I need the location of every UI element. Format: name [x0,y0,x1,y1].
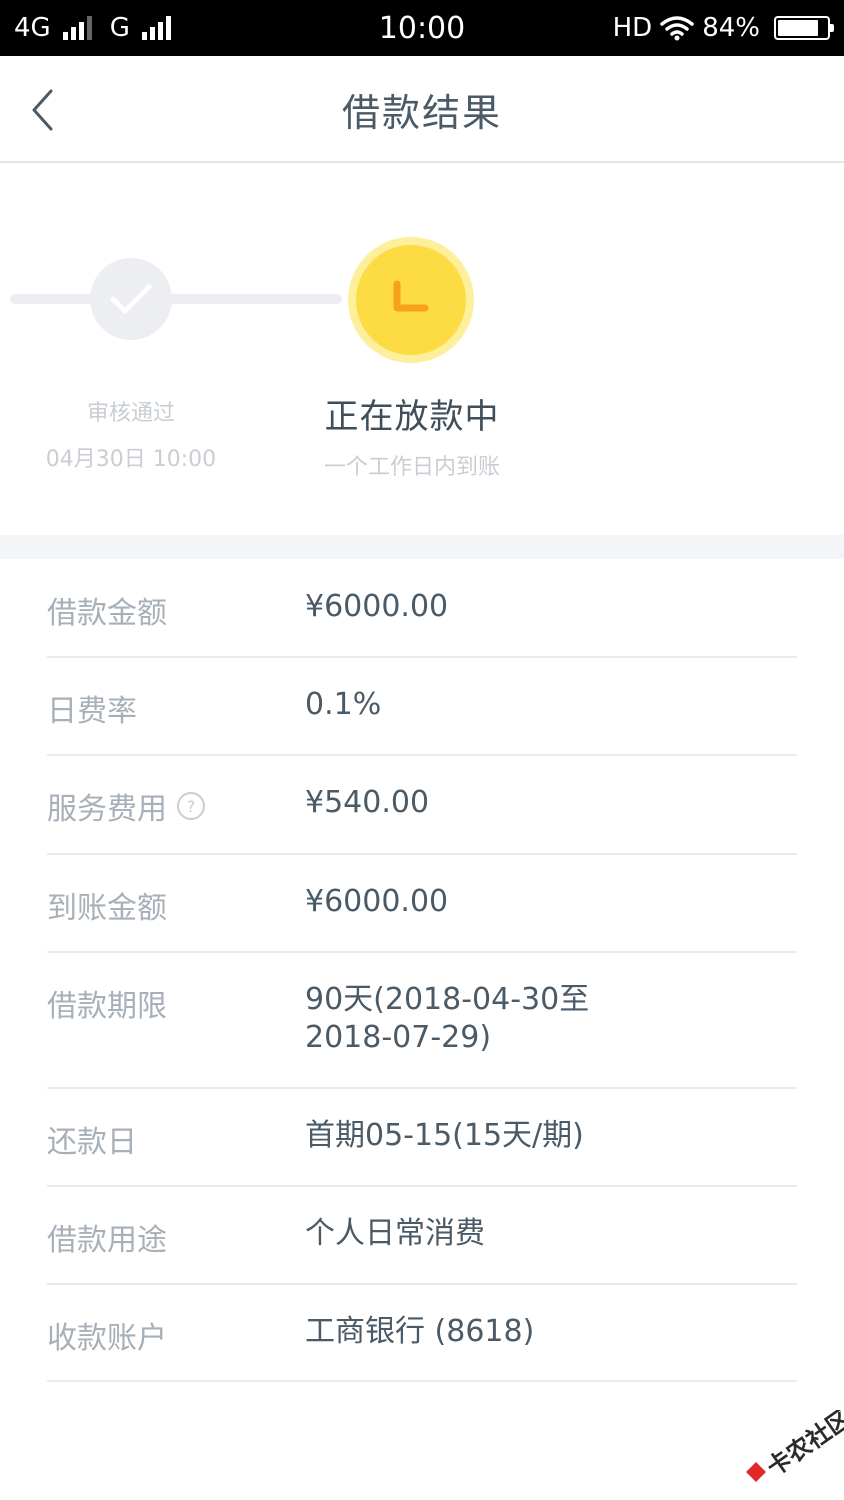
back-button[interactable] [20,84,64,136]
clock-icon [393,280,429,312]
status-left: 4G G [14,13,181,43]
loan-details: 借款金额 ¥6000.00 日费率 0.1% 服务费用 ? ¥540.00 到账… [47,559,797,1382]
detail-label: 借款用途 [47,1223,167,1258]
detail-label: 借款金额 [47,596,167,631]
detail-label: 到账金额 [47,891,167,926]
checkmark-icon [110,284,152,314]
detail-label: 借款期限 [47,989,167,1024]
detail-label: 还款日 [47,1125,137,1160]
hd-label: HD [612,13,653,43]
step-done-time: 04月30日 10:00 [45,447,217,472]
svg-text:卡农社区: 卡农社区 [762,1410,844,1482]
step-done-label: 审核通过 [86,401,175,426]
step-current-subtitle: 一个工作日内到账 [323,455,500,480]
detail-value-line-1: 90天(2018-04-30至 [305,982,590,1017]
detail-row-purpose: 借款用途 个人日常消费 [47,1187,797,1285]
detail-row-daily-rate: 日费率 0.1% [47,658,797,756]
network-type-1: 4G [14,13,51,43]
detail-row-received-amount: 到账金额 ¥6000.00 [47,855,797,953]
progress-track [10,294,342,304]
battery-fill [778,20,819,36]
detail-row-repayment-day: 还款日 首期05-15(15天/期) [47,1089,797,1187]
detail-value: ¥6000.00 [305,589,449,624]
watermark-seal-icon: 卡农社区 [746,1404,844,1482]
chevron-left-icon [32,89,53,131]
section-divider [0,535,844,559]
step-current-inner [356,245,466,355]
step-current-indicator [348,237,474,363]
detail-value-line-2: 2018-07-29) [305,1020,492,1055]
network-type-2: G [109,13,130,43]
detail-value: 个人日常消费 [305,1216,485,1251]
question-help-icon[interactable]: ? [177,792,205,820]
watermark-logo: 卡农社区 [740,1404,844,1490]
detail-value: ¥540.00 [305,785,430,820]
status-bar: 4G G 10:00 HD 84% [0,0,844,56]
wifi-icon [660,16,694,41]
signal-icon [62,16,92,40]
detail-row-account: 收款账户 工商银行 (8618) [47,1285,797,1382]
detail-label: 日费率 [47,694,137,729]
step-done-indicator [90,258,172,340]
detail-row-service-fee: 服务费用 ? ¥540.00 [47,756,797,855]
detail-value: 工商银行 (8618) [305,1314,535,1349]
page-title: 借款结果 [341,91,502,135]
status-right: HD 84% [612,13,834,43]
signal-icon-2 [141,16,171,40]
detail-label: 收款账户 [47,1321,167,1356]
detail-row-amount: 借款金额 ¥6000.00 [47,559,797,658]
detail-value: ¥6000.00 [305,884,449,919]
battery-percent: 84% [702,13,760,43]
detail-label-with-help: 服务费用 ? [47,784,205,828]
loan-progress: 审核通过 04月30日 10:00 正在放款中 一个工作日内到账 [0,163,844,535]
detail-value: 首期05-15(15天/期) [305,1118,584,1153]
nav-bar: 借款结果 [0,56,844,163]
detail-row-loan-term: 借款期限 90天(2018-04-30至 2018-07-29) [47,953,797,1089]
detail-label: 服务费用 [47,792,167,827]
detail-value: 0.1% [305,687,382,722]
detail-value: 90天(2018-04-30至 2018-07-29) [305,981,775,1057]
battery-icon [774,16,834,40]
step-current-label: 正在放款中 [324,397,500,437]
